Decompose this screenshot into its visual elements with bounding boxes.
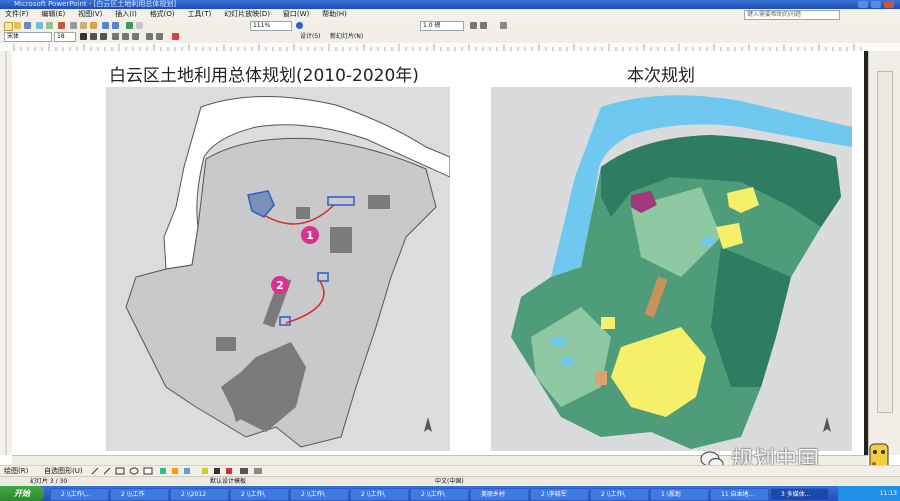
clock: 11:13: [879, 490, 897, 497]
menu-window[interactable]: 窗口(W): [278, 9, 314, 20]
rectangle-tool-icon[interactable]: [115, 467, 125, 475]
design-button[interactable]: 设计(S): [300, 31, 321, 43]
numbering-icon[interactable]: [146, 33, 153, 40]
redo-icon[interactable]: [112, 22, 119, 29]
align-left-icon[interactable]: [112, 33, 119, 40]
built-block-n: [296, 207, 310, 219]
underline-icon[interactable]: [100, 33, 107, 40]
open-icon[interactable]: [14, 22, 21, 29]
menu-tools[interactable]: 工具(T): [183, 9, 217, 20]
textbox-tool-icon[interactable]: [143, 467, 153, 475]
font-color-icon[interactable]: [172, 33, 179, 40]
align-right-icon[interactable]: [132, 33, 139, 40]
marker-1-label: 1: [306, 229, 314, 242]
taskbar-task[interactable]: 美丽乡村: [470, 488, 529, 501]
picture-icon[interactable]: [184, 468, 190, 474]
table-icon[interactable]: [136, 22, 143, 29]
taskbar-task[interactable]: 2 \\工作\: [590, 488, 649, 501]
wordart-icon[interactable]: [160, 468, 166, 474]
print-icon[interactable]: [36, 22, 43, 29]
water-patch-2: [561, 357, 573, 365]
preview-icon[interactable]: [46, 22, 53, 29]
vertical-scrollbar[interactable]: [868, 51, 900, 455]
menu-view[interactable]: 视图(V): [73, 9, 107, 20]
line-color-icon[interactable]: [214, 468, 220, 474]
start-button[interactable]: 开始: [0, 486, 44, 501]
font-size-select[interactable]: 18: [54, 32, 76, 42]
marker-2-label: 2: [276, 279, 284, 292]
minimize-button[interactable]: [858, 1, 868, 8]
taskbar-task[interactable]: 2 \\工作\: [410, 488, 469, 501]
menu-format[interactable]: 格式(O): [145, 9, 180, 20]
bold-icon[interactable]: [80, 33, 87, 40]
built-block-w: [216, 337, 236, 351]
line-width-select[interactable]: 1.0 磅: [420, 21, 464, 31]
chart-icon[interactable]: [126, 22, 133, 29]
new-icon[interactable]: [4, 22, 13, 31]
system-tray: 11:13: [838, 486, 900, 501]
line-tool-icon[interactable]: [91, 467, 99, 475]
menu-edit[interactable]: 编辑(E): [36, 9, 70, 20]
paste-icon[interactable]: [90, 22, 97, 29]
taskbar-task[interactable]: 1 \规划: [650, 488, 709, 501]
3d-style-icon[interactable]: [254, 468, 262, 474]
taskbar-task[interactable]: 2 \\\工作: [110, 488, 169, 501]
font-name-select[interactable]: 宋体: [4, 32, 52, 42]
maximize-button[interactable]: [871, 1, 881, 8]
undo-icon[interactable]: [102, 22, 109, 29]
right-map-title: 本次规划: [627, 66, 695, 86]
align-center-icon[interactable]: [122, 33, 129, 40]
taskbar-task[interactable]: 2 \\工作\...: [50, 488, 109, 501]
arrow-style-icon[interactable]: [480, 22, 487, 29]
menu-help[interactable]: 帮助(H): [317, 9, 352, 20]
clipart-icon[interactable]: [172, 468, 178, 474]
line-style-draw-icon[interactable]: [240, 468, 248, 474]
taskbar-task[interactable]: 2 \\工作\: [290, 488, 349, 501]
copy-icon[interactable]: [80, 22, 87, 29]
bullets-icon[interactable]: [156, 33, 163, 40]
spelling-icon[interactable]: [58, 22, 65, 29]
built-block-ne: [368, 195, 390, 209]
vertical-ruler: [5, 51, 7, 455]
menu-file[interactable]: 文件(F): [0, 9, 34, 20]
water-patch-1: [551, 337, 565, 345]
window-title: Microsoft PowerPoint - [白云区土地利用总体规划]: [14, 0, 177, 8]
taskbar-task[interactable]: 11 自本地...: [710, 488, 769, 501]
residential-w: [601, 317, 615, 329]
scroll-thumb[interactable]: [877, 71, 893, 413]
new-plan-map: [491, 87, 852, 451]
menu-slideshow[interactable]: 幻灯片放映(D): [219, 9, 275, 20]
left-map-title: 白云区土地利用总体规划(2010-2020年): [109, 66, 419, 86]
italic-icon[interactable]: [90, 33, 97, 40]
taskbar-task[interactable]: 2 \\2012: [170, 488, 229, 501]
line-style-icon[interactable]: [470, 22, 477, 29]
title-bar: Microsoft PowerPoint - [白云区土地利用总体规划]: [0, 0, 900, 9]
help-search-input[interactable]: 键入需要帮助的问题: [744, 10, 840, 20]
help-icon[interactable]: [296, 22, 303, 29]
arrow-tool-icon[interactable]: [103, 467, 111, 475]
save-icon[interactable]: [24, 22, 31, 29]
built-block-center: [330, 227, 352, 253]
taskbar-task[interactable]: 2 \\工作\: [230, 488, 289, 501]
ruler-ticks: [13, 44, 862, 51]
menu-insert[interactable]: 插入(I): [110, 9, 142, 20]
slide-canvas[interactable]: 白云区土地利用总体规划(2010-2020年) 本次规划 1 2: [12, 51, 868, 455]
drawing-tools: [91, 467, 262, 475]
zoom-select[interactable]: 111%: [250, 21, 292, 31]
font-color-draw-icon[interactable]: [226, 468, 232, 474]
taskbar-task[interactable]: 2 \李晓军: [530, 488, 589, 501]
shadow-icon[interactable]: [500, 22, 507, 29]
land-use-map-2010-2020: 1 2: [106, 87, 450, 451]
windows-taskbar: 开始 2 \\工作\... 2 \\\工作 2 \\2012 2 \\工作\ 2 \\工…: [0, 486, 900, 501]
commercial-block: [595, 371, 607, 385]
fill-color-icon[interactable]: [202, 468, 208, 474]
new-slide-button[interactable]: 新幻灯片(N): [330, 31, 363, 43]
taskbar-task[interactable]: 2 \\工作\: [350, 488, 409, 501]
close-button[interactable]: [884, 1, 894, 8]
taskbar-task[interactable]: 3 多媒体...: [770, 488, 829, 501]
water-patch-3: [701, 237, 713, 245]
oval-tool-icon[interactable]: [129, 467, 139, 475]
cut-icon[interactable]: [70, 22, 77, 29]
